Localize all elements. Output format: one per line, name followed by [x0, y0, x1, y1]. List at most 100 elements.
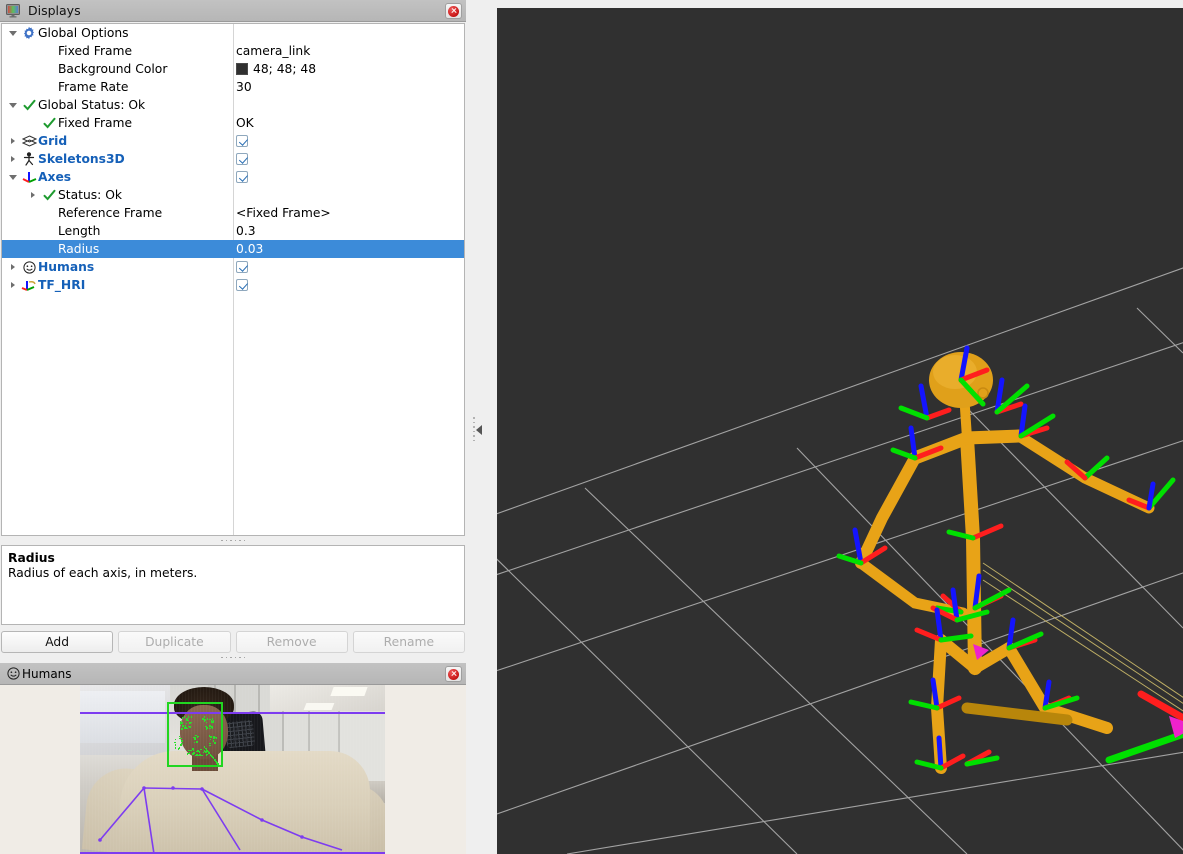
disclosure-triangle-icon[interactable] [6, 168, 20, 186]
disclosure-spacer [26, 222, 40, 240]
green-check-icon [40, 187, 58, 203]
tree-item-label: Global Options [38, 26, 129, 40]
grid-icon [20, 133, 38, 149]
tree-item-label: Skeletons3D [38, 152, 125, 166]
disclosure-triangle-icon[interactable] [6, 132, 20, 150]
viewport-scene [497, 8, 1183, 854]
property-tree[interactable]: Global Options Fixed Frame camera_link Back… [1, 23, 465, 536]
duplicate-button: Duplicate [118, 631, 230, 653]
tree-item-label: Background Color [58, 62, 167, 76]
disclosure-triangle-icon[interactable] [6, 150, 20, 168]
collapse-grip-dots [473, 417, 475, 441]
tree-row-fixed-frame[interactable]: Fixed FrameOK [2, 114, 464, 132]
gear-icon [20, 25, 38, 41]
tree-item-label: Humans [38, 260, 94, 274]
display-enable-checkbox[interactable] [236, 279, 248, 291]
tree-row-grid[interactable]: Grid [2, 132, 464, 150]
tree-row-global-options[interactable]: Global Options [2, 24, 464, 42]
dock-collapse-handle[interactable] [470, 0, 492, 854]
tree-item-value[interactable]: 30 [236, 80, 252, 94]
display-enable-checkbox[interactable] [236, 261, 248, 273]
attention-rays [983, 563, 1183, 720]
tree-item-value[interactable]: OK [236, 116, 254, 130]
displays-monitor-icon [4, 3, 22, 19]
tree-item-label: Fixed Frame [58, 44, 132, 58]
displays-titlebar: Displays [0, 0, 466, 22]
icon-spacer [40, 79, 58, 95]
render-viewport-3d[interactable] [497, 8, 1183, 854]
icon-spacer [40, 241, 58, 257]
disclosure-spacer [26, 204, 40, 222]
tree-row-axes[interactable]: Axes [2, 168, 464, 186]
disclosure-triangle-icon[interactable] [6, 258, 20, 276]
tree-item-value[interactable]: <Fixed Frame> [236, 206, 331, 220]
rename-button: Rename [353, 631, 465, 653]
display-enable-checkbox[interactable] [236, 171, 248, 183]
displays-button-row: AddDuplicate RemoveRename [1, 631, 465, 653]
tree-item-label: Axes [38, 170, 71, 184]
tree-row-frame-rate[interactable]: Frame Rate 30 [2, 78, 464, 96]
humans-titlebar: Humans [0, 663, 466, 685]
axes-icon [20, 169, 38, 185]
green-check-icon [40, 115, 58, 131]
tree-row-skeletons3d[interactable]: Skeletons3D [2, 150, 464, 168]
disclosure-spacer [26, 60, 40, 78]
icon-spacer [40, 43, 58, 59]
tree-row-fixed-frame[interactable]: Fixed Frame camera_link [2, 42, 464, 60]
tree-row-radius[interactable]: Radius 0.03 [2, 240, 464, 258]
smiley-icon [20, 259, 38, 275]
tree-item-label: TF_HRI [38, 278, 85, 292]
displays-dock: Displays Global Options Fixed Frame camera… [0, 0, 466, 854]
disclosure-triangle-icon[interactable] [6, 24, 20, 42]
tree-item-label: Radius [58, 242, 99, 256]
tree-item-value: 48; 48; 48 [253, 62, 316, 76]
tree-item-label: Length [58, 224, 100, 238]
description-body: Radius of each axis, in meters. [8, 566, 458, 581]
icon-spacer [40, 205, 58, 221]
displays-humans-splitter[interactable] [0, 654, 466, 661]
tree-item-label: Global Status: Ok [38, 98, 145, 112]
disclosure-spacer [26, 114, 40, 132]
camera-image-area[interactable] [0, 685, 466, 854]
green-check-icon [20, 97, 38, 113]
tree-item-value[interactable]: 0.03 [236, 242, 263, 256]
collapse-left-arrow-icon[interactable] [476, 425, 482, 435]
tree-row-humans[interactable]: Humans [2, 258, 464, 276]
display-enable-checkbox[interactable] [236, 135, 248, 147]
disclosure-spacer [26, 42, 40, 60]
body-keypoint-line-bottom [80, 852, 385, 854]
icon-spacer [40, 223, 58, 239]
tree-item-label: Frame Rate [58, 80, 128, 94]
tree-item-value[interactable]: 0.3 [236, 224, 256, 238]
joint-axes [839, 348, 1183, 768]
disclosure-triangle-icon[interactable] [26, 186, 40, 204]
remove-button: Remove [236, 631, 348, 653]
tree-row-reference-frame[interactable]: Reference Frame <Fixed Frame> [2, 204, 464, 222]
color-swatch[interactable] [236, 63, 248, 75]
display-enable-checkbox[interactable] [236, 153, 248, 165]
tree-item-label: Reference Frame [58, 206, 162, 220]
tree-item-value[interactable]: camera_link [236, 44, 310, 58]
disclosure-triangle-icon[interactable] [6, 96, 20, 114]
skeleton-icon [20, 151, 38, 167]
humans-panel: Humans [0, 663, 466, 854]
icon-spacer [40, 61, 58, 77]
tree-row-status-ok[interactable]: Status: Ok [2, 186, 464, 204]
description-box: Radius Radius of each axis, in meters. [1, 545, 465, 625]
displays-title: Displays [28, 3, 81, 18]
tree-row-global-status-ok[interactable]: Global Status: Ok [2, 96, 464, 114]
body-pose-overlay [80, 685, 385, 854]
tree-item-label: Grid [38, 134, 67, 148]
tree-row-tf-hri[interactable]: TF_HRI [2, 276, 464, 294]
tree-row-length[interactable]: Length 0.3 [2, 222, 464, 240]
displays-close-button[interactable] [445, 3, 462, 19]
disclosure-spacer [26, 78, 40, 96]
humans-close-button[interactable] [445, 666, 462, 682]
camera-image [80, 685, 385, 854]
tree-row-background-color[interactable]: Background Color 48; 48; 48 [2, 60, 464, 78]
disclosure-spacer [26, 240, 40, 258]
tree-description-splitter[interactable] [0, 537, 466, 544]
tree-item-label: Status: Ok [58, 188, 122, 202]
disclosure-triangle-icon[interactable] [6, 276, 20, 294]
add-button[interactable]: Add [1, 631, 113, 653]
